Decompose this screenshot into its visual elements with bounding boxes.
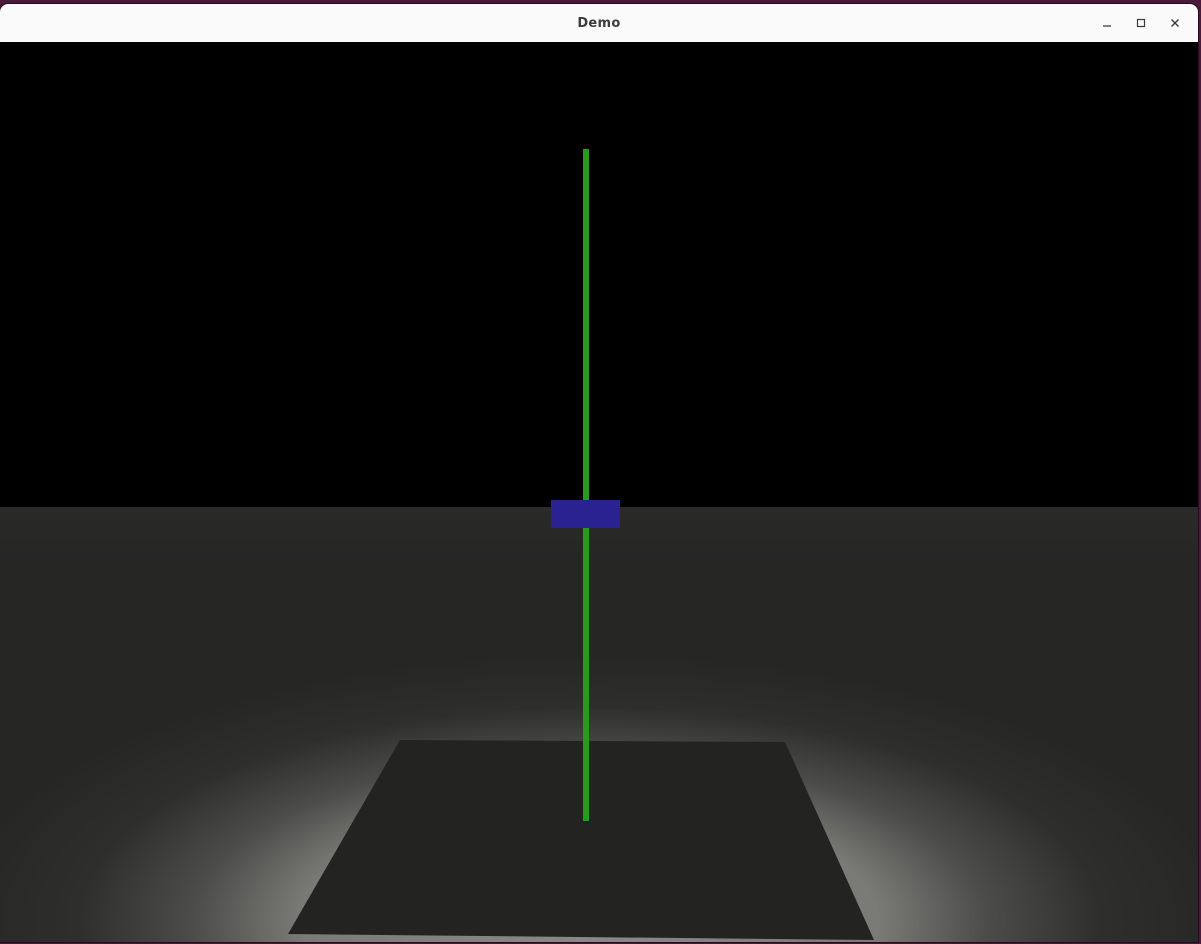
app-window: Demo	[0, 4, 1198, 942]
sky-background	[0, 42, 1198, 507]
minimize-icon	[1103, 25, 1111, 27]
scene-canvas	[0, 42, 1198, 942]
minimize-button[interactable]	[1090, 10, 1124, 36]
maximize-button[interactable]	[1124, 10, 1158, 36]
close-button[interactable]	[1158, 10, 1192, 36]
window-title: Demo	[577, 15, 621, 31]
floor-horizon-shade	[0, 507, 1198, 707]
title-bar[interactable]: Demo	[0, 4, 1198, 43]
window-controls	[1090, 4, 1192, 42]
close-icon	[1171, 19, 1179, 27]
maximize-icon	[1136, 18, 1146, 28]
pole	[583, 149, 589, 821]
render-viewport[interactable]	[0, 42, 1198, 942]
cart	[551, 500, 620, 528]
